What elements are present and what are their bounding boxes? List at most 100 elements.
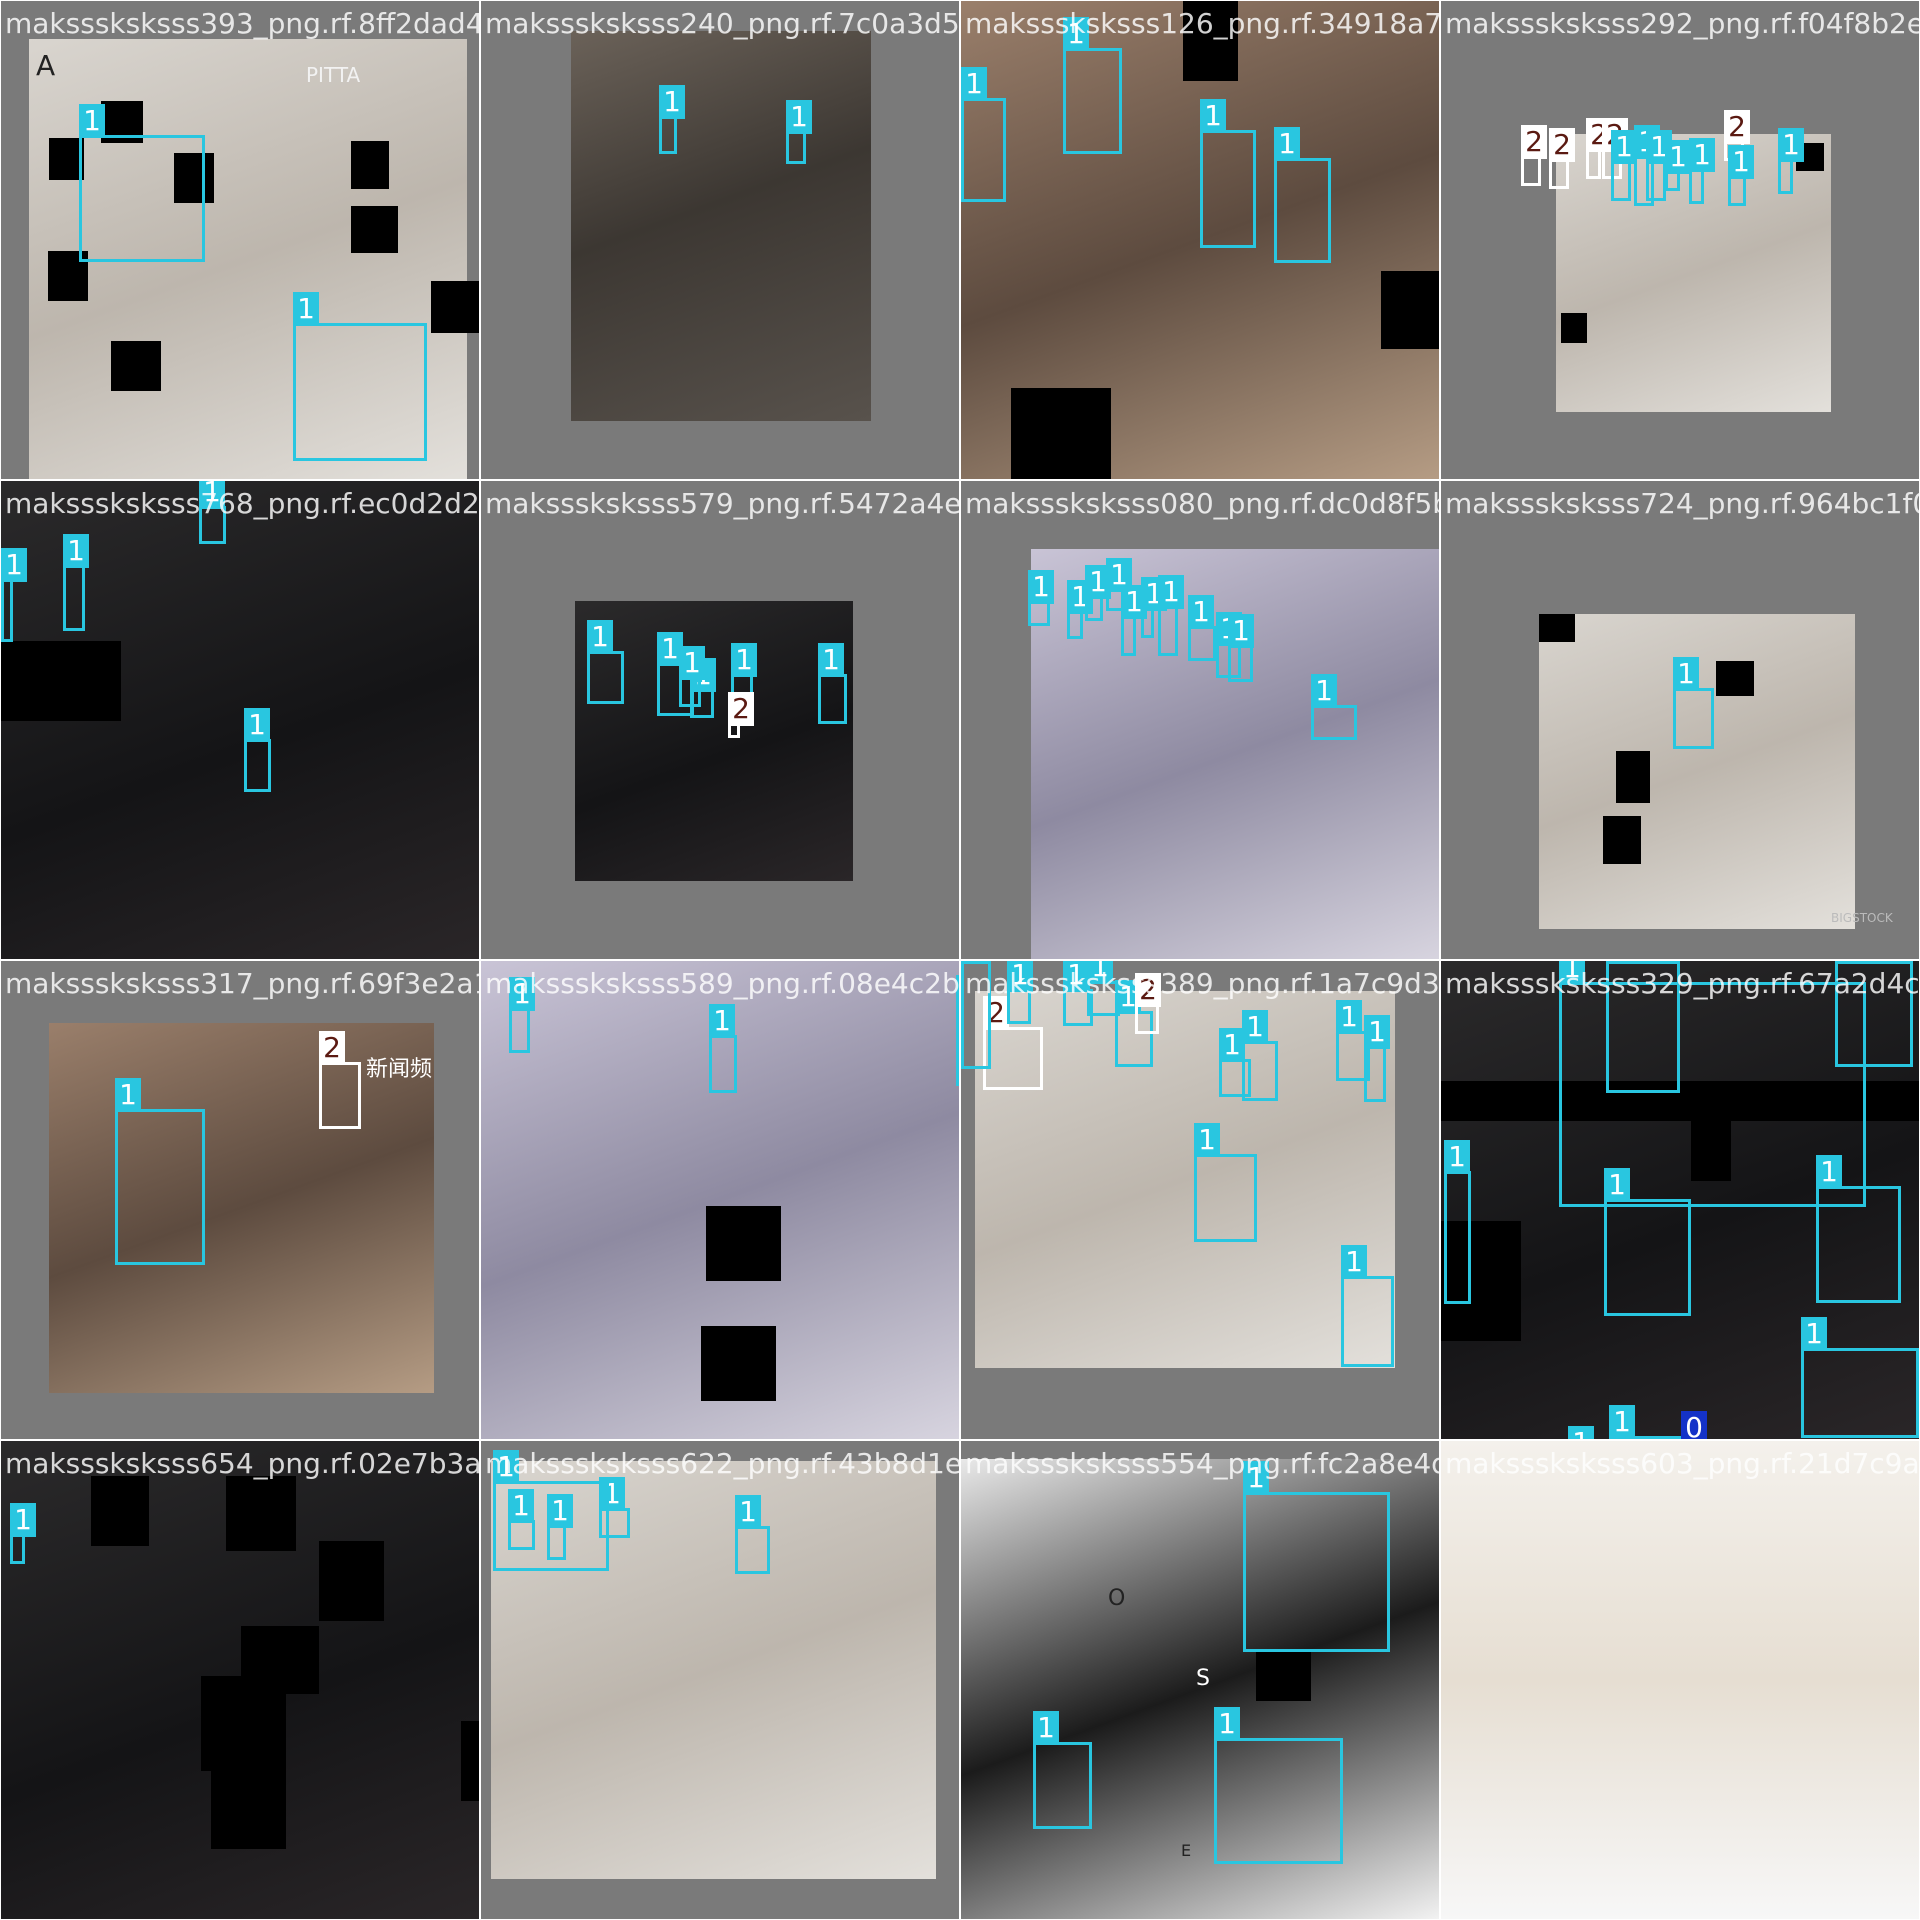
class-label: 1 (709, 1004, 735, 1038)
class-label: 1 (786, 100, 812, 134)
tile-filename: maksssksksss579_png.rf.5472a4e7d1a9c2e0 (485, 487, 960, 520)
tile-photo (571, 31, 871, 421)
bounding-box-class-1: 1 (1028, 570, 1054, 626)
bounding-box-class-1: 1 (1604, 1168, 1691, 1316)
bounding-box-class-1: 1 (659, 85, 685, 154)
class-label: 1 (1835, 961, 1861, 964)
bounding-box-class-1: 1 (1121, 585, 1147, 656)
bounding-box-class-1: 1 (10, 1503, 36, 1564)
tile-filename: maksssksksss603_png.rf.21d7c9a4e3b8f5c6 (1445, 1447, 1920, 1480)
bounding-box-class-1: 1 (493, 1450, 609, 1571)
bounding-box-class-2: 2 (983, 996, 1043, 1090)
class-label: 1 (1194, 1123, 1220, 1157)
mosaic-tile: maksssksksss654_png.rf.02e7b3a9c1d5f4e8 1 (0, 1440, 480, 1920)
class-label: 1 (293, 292, 319, 326)
bounding-box-class-1: 1 (244, 708, 271, 792)
bounding-box-class-1: 1 (293, 292, 427, 461)
redaction-block (701, 1326, 776, 1401)
class-label: 1 (1274, 127, 1300, 161)
scene-text: S (1196, 1666, 1210, 1691)
mosaic-tile: 新闻频 maksssksksss317_png.rf.69f3e2a1c7d8b4… (0, 960, 480, 1440)
class-label: 1 (1609, 1405, 1635, 1439)
class-label: 1 (735, 1495, 761, 1529)
bounding-box-class-1: 1 (1063, 17, 1122, 154)
class-label: 1 (818, 643, 844, 677)
class-label: 1 (1219, 1028, 1245, 1062)
bounding-box-class-1: 1 (115, 1078, 205, 1265)
tile-filename: maksssksksss317_png.rf.69f3e2a1c7d8b4e5 (5, 967, 479, 1000)
tile-filename: maksssksksss622_png.rf.43b8d1e5a2c7f903 (485, 1447, 959, 1480)
tile-photo (1441, 1441, 1919, 1919)
class-label: 0 (1681, 1411, 1707, 1439)
bounding-box-class-2: 2 (1586, 118, 1612, 179)
class-label: 1 (1665, 140, 1691, 174)
mosaic-tile: O S Emaksssksksss554_png.rf.fc2a8e4d1b7c3f… (960, 1440, 1440, 1920)
class-label: 1 (1336, 1000, 1362, 1034)
tile-filename: maksssksksss126_png.rf.34918a77e7c3ad80 (965, 7, 1439, 40)
mosaic-tile: maksssksksss126_png.rf.34918a77e7c3ad801… (960, 0, 1440, 480)
bounding-box-class-2: 2 (1549, 128, 1575, 189)
mosaic-tile: maksssksksss080_png.rf.dc0d8f5b1a3e2c74 1… (960, 480, 1440, 960)
redaction-block (1616, 751, 1650, 803)
redaction-block (211, 1771, 286, 1849)
scene-text: PITTA (306, 63, 361, 87)
class-label: 2 (728, 692, 754, 726)
mosaic-tile: A PITTA maksssksksss393_png.rf.8ff2dad4d3d… (0, 0, 480, 480)
redaction-block (351, 206, 398, 253)
class-label: 2 (1724, 110, 1750, 144)
class-label: 1 (1606, 961, 1632, 964)
class-label: 1 (731, 643, 757, 677)
mosaic-tile: maksssksksss240_png.rf.7c0a3d5e5e2b0ce4 1… (480, 0, 960, 480)
class-label: 1 (1158, 575, 1184, 609)
bounding-box-class-1: 1 (961, 67, 1006, 202)
tile-photo (575, 601, 853, 881)
redaction-block (1, 641, 121, 721)
bounding-box-class-1: 1 (1611, 130, 1637, 201)
redaction-block (226, 1476, 296, 1551)
redaction-block (1381, 271, 1439, 349)
bounding-box-class-2: 2 (1135, 973, 1161, 1034)
class-label: 1 (1364, 1015, 1390, 1049)
tile-filename: maksssksksss080_png.rf.dc0d8f5b1a3e2c74 (965, 487, 1439, 520)
bounding-box-class-1: 1 (1085, 565, 1111, 621)
mosaic-tile: maksssksksss768_png.rf.ec0d2d2f1dd7c3a9 1… (0, 480, 480, 960)
class-label: 1 (1673, 657, 1699, 691)
class-label: 2 (1521, 125, 1547, 159)
redaction-block (1716, 661, 1754, 696)
class-label: 1 (1242, 1010, 1268, 1044)
mosaic-tile: maksssksksss579_png.rf.5472a4e7d1a9c2e0 1… (480, 480, 960, 960)
scene-text: O (1108, 1586, 1126, 1611)
mosaic-tile: maksssksksss603_png.rf.21d7c9a4e3b8f5c6 (1440, 1440, 1920, 1920)
scene-text: A (36, 49, 56, 82)
redaction-block (201, 1676, 286, 1771)
bounding-box-class-1: 1 (1646, 130, 1672, 201)
redaction-block (91, 1476, 149, 1546)
bounding-box-class-1: 1 (1188, 595, 1216, 661)
bounding-box-class-2: 2 (319, 1031, 361, 1129)
bounding-box-class-1: 1 (679, 646, 705, 707)
bounding-box-class-1: 1 (709, 1004, 737, 1093)
class-label: 1 (1444, 1140, 1470, 1174)
bounding-box-class-1: 1 (587, 620, 624, 704)
mosaic-tile: maksssksksss389_png.rf.1a7c9d3e5b2f4a802… (960, 960, 1440, 1440)
redaction-block (1256, 1651, 1311, 1701)
redaction-block (1603, 816, 1641, 864)
redaction-block (111, 341, 161, 391)
redaction-block (351, 141, 389, 189)
class-label: 1 (1, 548, 27, 582)
tile-filename: maksssksksss589_png.rf.08e4c2b7a1d3f6e9 (485, 967, 960, 1000)
scene-text: BIGSTOCK (1831, 911, 1893, 925)
class-label: 1 (1341, 1245, 1367, 1279)
bounding-box-class-1: 1 (1559, 961, 1866, 1207)
class-label: 1 (1689, 138, 1715, 172)
redaction-block (1539, 614, 1575, 642)
bounding-box-class-1: 1 (1194, 1123, 1257, 1242)
class-label: 1 (115, 1078, 141, 1112)
bounding-box-class-1: 1 (1158, 575, 1184, 656)
class-label: 1 (1033, 1711, 1059, 1745)
redaction-block (1561, 313, 1587, 343)
class-label: 2 (319, 1031, 345, 1065)
bounding-box-class-1: 1 (1067, 580, 1093, 639)
class-label: 1 (79, 104, 105, 138)
bounding-box-class-1: 1 (1141, 577, 1167, 638)
